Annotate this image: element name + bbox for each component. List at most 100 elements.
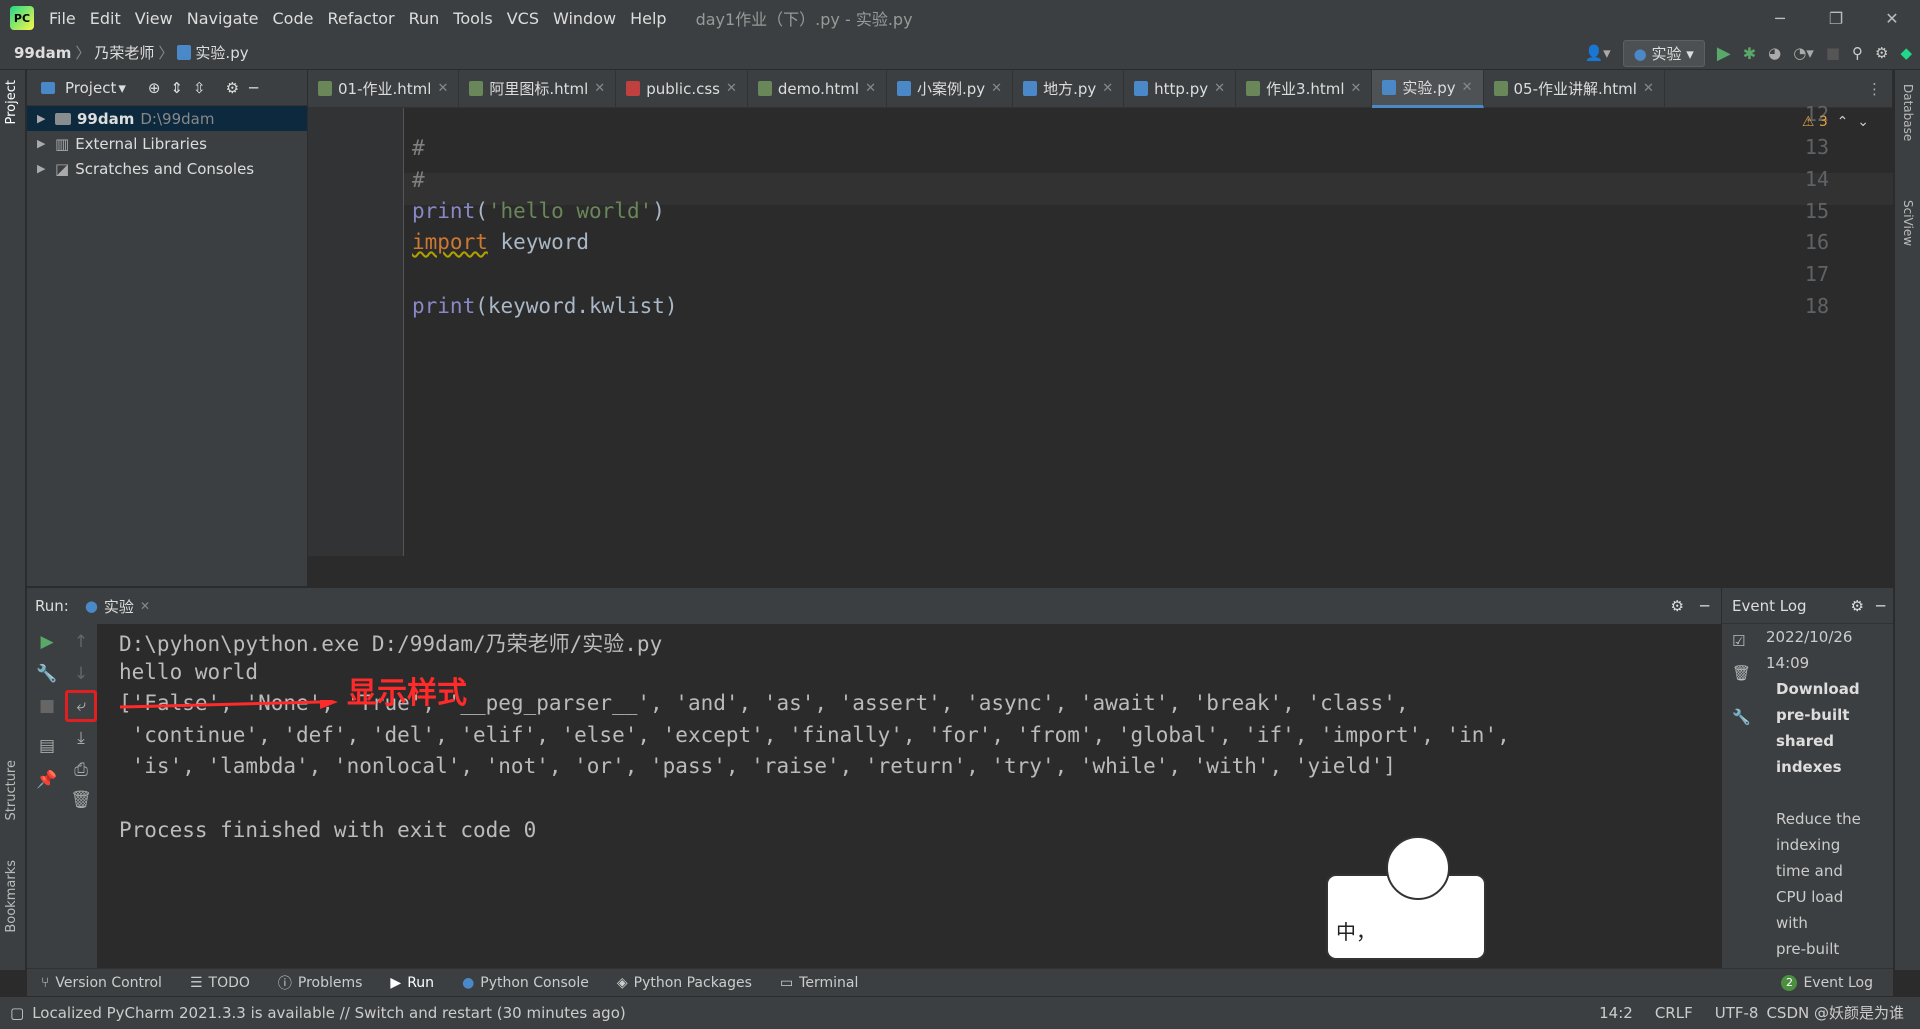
close-tab-icon[interactable]: ✕ — [865, 81, 876, 96]
coverage-icon[interactable]: ◕ — [1768, 44, 1781, 62]
code-editor[interactable]: 12 13 14 15 16 17 18 # # print('hello wo… — [308, 102, 1893, 556]
close-tab-icon[interactable]: ✕ — [1214, 81, 1225, 96]
breadcrumb-folder[interactable]: 乃荣老师 — [94, 42, 154, 63]
pin-icon[interactable]: 📌 — [35, 770, 59, 790]
tool-tab-version-control[interactable]: ⑂ Version Control — [41, 975, 162, 991]
stop-icon[interactable]: ■ — [35, 696, 59, 716]
collapse-all-icon[interactable]: ⇳ — [193, 79, 206, 97]
tool-tab-run[interactable]: ▶ Run — [390, 975, 434, 991]
tab-http-py[interactable]: http.py ✕ — [1124, 69, 1237, 108]
close-tab-icon[interactable]: ✕ — [1462, 80, 1473, 95]
event-heading[interactable]: shared — [1776, 728, 1886, 754]
run-icon[interactable]: ▶ — [1717, 43, 1731, 64]
run-tab[interactable]: ● 实验 ✕ — [85, 596, 150, 617]
status-layout-icon[interactable]: ▢ — [10, 1004, 24, 1022]
menu-tools[interactable]: Tools — [453, 9, 492, 28]
more-tabs-icon[interactable]: ⋮ — [1867, 80, 1882, 98]
tab-01-html[interactable]: 01-作业.html ✕ — [308, 69, 460, 108]
soft-wrap-icon[interactable]: ⤶ — [65, 690, 97, 722]
menu-help[interactable]: Help — [630, 9, 666, 28]
tool-tab-python-packages[interactable]: ◈ Python Packages — [617, 975, 752, 991]
close-tab-icon[interactable]: ✕ — [140, 599, 150, 613]
close-icon[interactable]: ✕ — [1864, 0, 1920, 36]
event-heading[interactable]: Download — [1776, 676, 1886, 702]
close-tab-icon[interactable]: ✕ — [991, 81, 1002, 96]
wrench-icon[interactable]: 🔧 — [1732, 708, 1751, 726]
tab-demo-html[interactable]: demo.html ✕ — [748, 69, 887, 108]
tab-zuoye3-html[interactable]: 作业3.html ✕ — [1236, 69, 1373, 108]
warnings-indicator[interactable]: ⚠ 3 ⌃ ⌄ — [1802, 114, 1869, 130]
line-separator[interactable]: CRLF — [1655, 1004, 1693, 1022]
chevron-right-icon[interactable]: ▶ — [37, 137, 49, 150]
tab-ali-html[interactable]: 阿里图标.html ✕ — [459, 69, 617, 108]
bookmarks-tool-button[interactable]: Bookmarks — [4, 860, 19, 933]
minimize-icon[interactable]: ─ — [1752, 0, 1808, 36]
tool-tab-python-console[interactable]: ● Python Console — [462, 975, 589, 991]
tab-05-html[interactable]: 05-作业讲解.html ✕ — [1484, 69, 1665, 108]
chevron-right-icon[interactable]: ▶ — [37, 162, 49, 175]
hide-icon[interactable]: ─ — [249, 79, 258, 97]
menu-file[interactable]: File — [49, 9, 76, 28]
menu-refactor[interactable]: Refactor — [327, 9, 394, 28]
user-icon[interactable]: 👤▾ — [1584, 44, 1610, 62]
menu-run[interactable]: Run — [409, 9, 440, 28]
menu-view[interactable]: View — [135, 9, 173, 28]
stop-icon[interactable]: ■ — [1826, 44, 1840, 62]
event-log-button[interactable]: 2 Event Log — [1781, 974, 1873, 991]
project-view-select[interactable]: Project — [65, 79, 116, 97]
wrench-icon[interactable]: 🔧 — [35, 664, 59, 684]
mark-read-icon[interactable]: ☑ — [1732, 632, 1745, 650]
scroll-to-end-icon[interactable]: ⤓ — [69, 728, 93, 748]
trash-icon[interactable]: 🗑 — [69, 790, 93, 810]
print-icon[interactable]: ⎙ — [69, 760, 93, 780]
tool-tab-todo[interactable]: ☰ TODO — [190, 975, 250, 991]
run-config-select[interactable]: ● 实验 ▾ — [1622, 39, 1705, 67]
gear-icon[interactable]: ⚙ — [1851, 597, 1864, 615]
layout-icon[interactable]: ▤ — [35, 736, 59, 756]
rerun-icon[interactable]: ▶ — [35, 632, 59, 652]
hide-icon[interactable]: ─ — [1876, 597, 1885, 615]
breadcrumb-root[interactable]: 99dam — [14, 44, 71, 62]
event-heading[interactable]: indexes — [1776, 754, 1886, 780]
close-tab-icon[interactable]: ✕ — [1643, 81, 1654, 96]
sciview-tool-button[interactable]: SciView — [1901, 200, 1915, 246]
menu-code[interactable]: Code — [273, 9, 314, 28]
menu-vcs[interactable]: VCS — [507, 9, 539, 28]
tab-public-css[interactable]: public.css ✕ — [616, 69, 748, 108]
tool-tab-problems[interactable]: ⓘ Problems — [278, 973, 363, 993]
up-arrow-icon[interactable]: ↑ — [69, 632, 93, 652]
close-tab-icon[interactable]: ✕ — [437, 81, 448, 96]
expand-all-icon[interactable]: ⇕ — [170, 79, 183, 97]
tab-xiaoanli-py[interactable]: 小案例.py ✕ — [887, 69, 1014, 108]
search-icon[interactable]: ⚲ — [1852, 44, 1863, 62]
tree-item-external-libraries[interactable]: ▶ ▥ External Libraries — [27, 131, 307, 156]
hide-icon[interactable]: ─ — [1700, 597, 1709, 615]
caret-position[interactable]: 14:2 — [1599, 1004, 1633, 1022]
tab-difang-py[interactable]: 地方.py ✕ — [1013, 69, 1125, 108]
file-encoding[interactable]: UTF-8 — [1715, 1004, 1759, 1022]
structure-tool-button[interactable]: Structure — [4, 760, 19, 820]
project-tool-button[interactable]: Project — [4, 80, 19, 124]
tool-tab-terminal[interactable]: ▭ Terminal — [780, 975, 858, 991]
gear-icon[interactable]: ⚙ — [226, 79, 239, 97]
settings-icon[interactable]: ⚙ — [1875, 44, 1888, 62]
database-tool-button[interactable]: Database — [1901, 84, 1915, 141]
close-tab-icon[interactable]: ✕ — [726, 81, 737, 96]
close-tab-icon[interactable]: ✕ — [1351, 81, 1362, 96]
menu-window[interactable]: Window — [553, 9, 616, 28]
event-heading[interactable]: pre-built — [1776, 702, 1886, 728]
tree-item-99dam[interactable]: ▶ 99dam D:\99dam — [27, 106, 307, 131]
jetbrains-icon[interactable]: ◆ — [1900, 44, 1912, 62]
tab-shiyan-py[interactable]: 实验.py ✕ — [1372, 69, 1484, 108]
menu-edit[interactable]: Edit — [90, 9, 121, 28]
restore-icon[interactable]: ❐ — [1808, 0, 1864, 36]
close-tab-icon[interactable]: ✕ — [1102, 81, 1113, 96]
down-arrow-icon[interactable]: ↓ — [69, 664, 93, 684]
gear-icon[interactable]: ⚙ — [1671, 597, 1684, 615]
debug-icon[interactable]: ✱ — [1743, 44, 1756, 63]
profile-icon[interactable]: ◔▾ — [1793, 44, 1814, 62]
menu-navigate[interactable]: Navigate — [187, 9, 259, 28]
trash-icon[interactable]: 🗑 — [1732, 664, 1751, 682]
close-tab-icon[interactable]: ✕ — [594, 81, 605, 96]
breadcrumb-file[interactable]: 实验.py — [195, 42, 248, 63]
